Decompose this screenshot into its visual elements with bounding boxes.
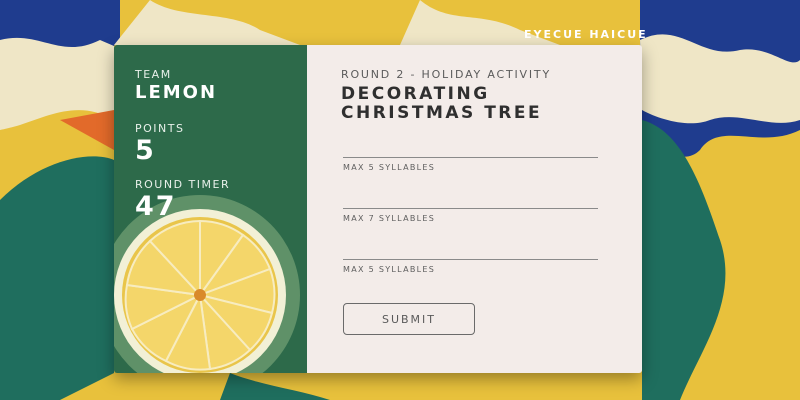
- points-label: POINTS: [135, 122, 185, 135]
- team-stats: TEAM LEMON POINTS 5 ROUND TIMER 47: [135, 68, 230, 234]
- haiku-card: TEAM LEMON POINTS 5 ROUND TIMER 47 ROUND…: [114, 45, 642, 373]
- timer-label: ROUND TIMER: [135, 178, 231, 191]
- haiku-line-3-hint: MAX 5 SYLLABLES: [343, 265, 436, 274]
- activity-panel: ROUND 2 - HOLIDAY ACTIVITY DECORATING CH…: [307, 45, 642, 373]
- team-panel: TEAM LEMON POINTS 5 ROUND TIMER 47: [114, 45, 307, 373]
- activity-title: DECORATING CHRISTMAS TREE: [341, 85, 641, 123]
- haiku-line-1-hint: MAX 5 SYLLABLES: [343, 163, 436, 172]
- team-name: LEMON: [135, 82, 218, 103]
- submit-button[interactable]: SUBMIT: [343, 303, 475, 335]
- haiku-line-2-field[interactable]: MAX 7 SYLLABLES: [343, 208, 598, 223]
- haiku-line-2-input[interactable]: [343, 208, 598, 209]
- haiku-line-1-input[interactable]: [343, 157, 598, 158]
- haiku-line-2-hint: MAX 7 SYLLABLES: [343, 214, 436, 223]
- brand-logo-text: EYECUE HAICUE: [524, 28, 648, 41]
- haiku-line-1-field[interactable]: MAX 5 SYLLABLES: [343, 157, 598, 172]
- round-subtitle: ROUND 2 - HOLIDAY ACTIVITY: [341, 68, 551, 81]
- timer-value: 47: [135, 191, 177, 222]
- haiku-line-3-input[interactable]: [343, 259, 598, 260]
- points-value: 5: [135, 135, 156, 166]
- activity-title-line1: DECORATING: [341, 84, 490, 104]
- activity-title-line2: CHRISTMAS TREE: [341, 103, 543, 123]
- haiku-line-3-field[interactable]: MAX 5 SYLLABLES: [343, 259, 598, 274]
- team-label: TEAM: [135, 68, 172, 81]
